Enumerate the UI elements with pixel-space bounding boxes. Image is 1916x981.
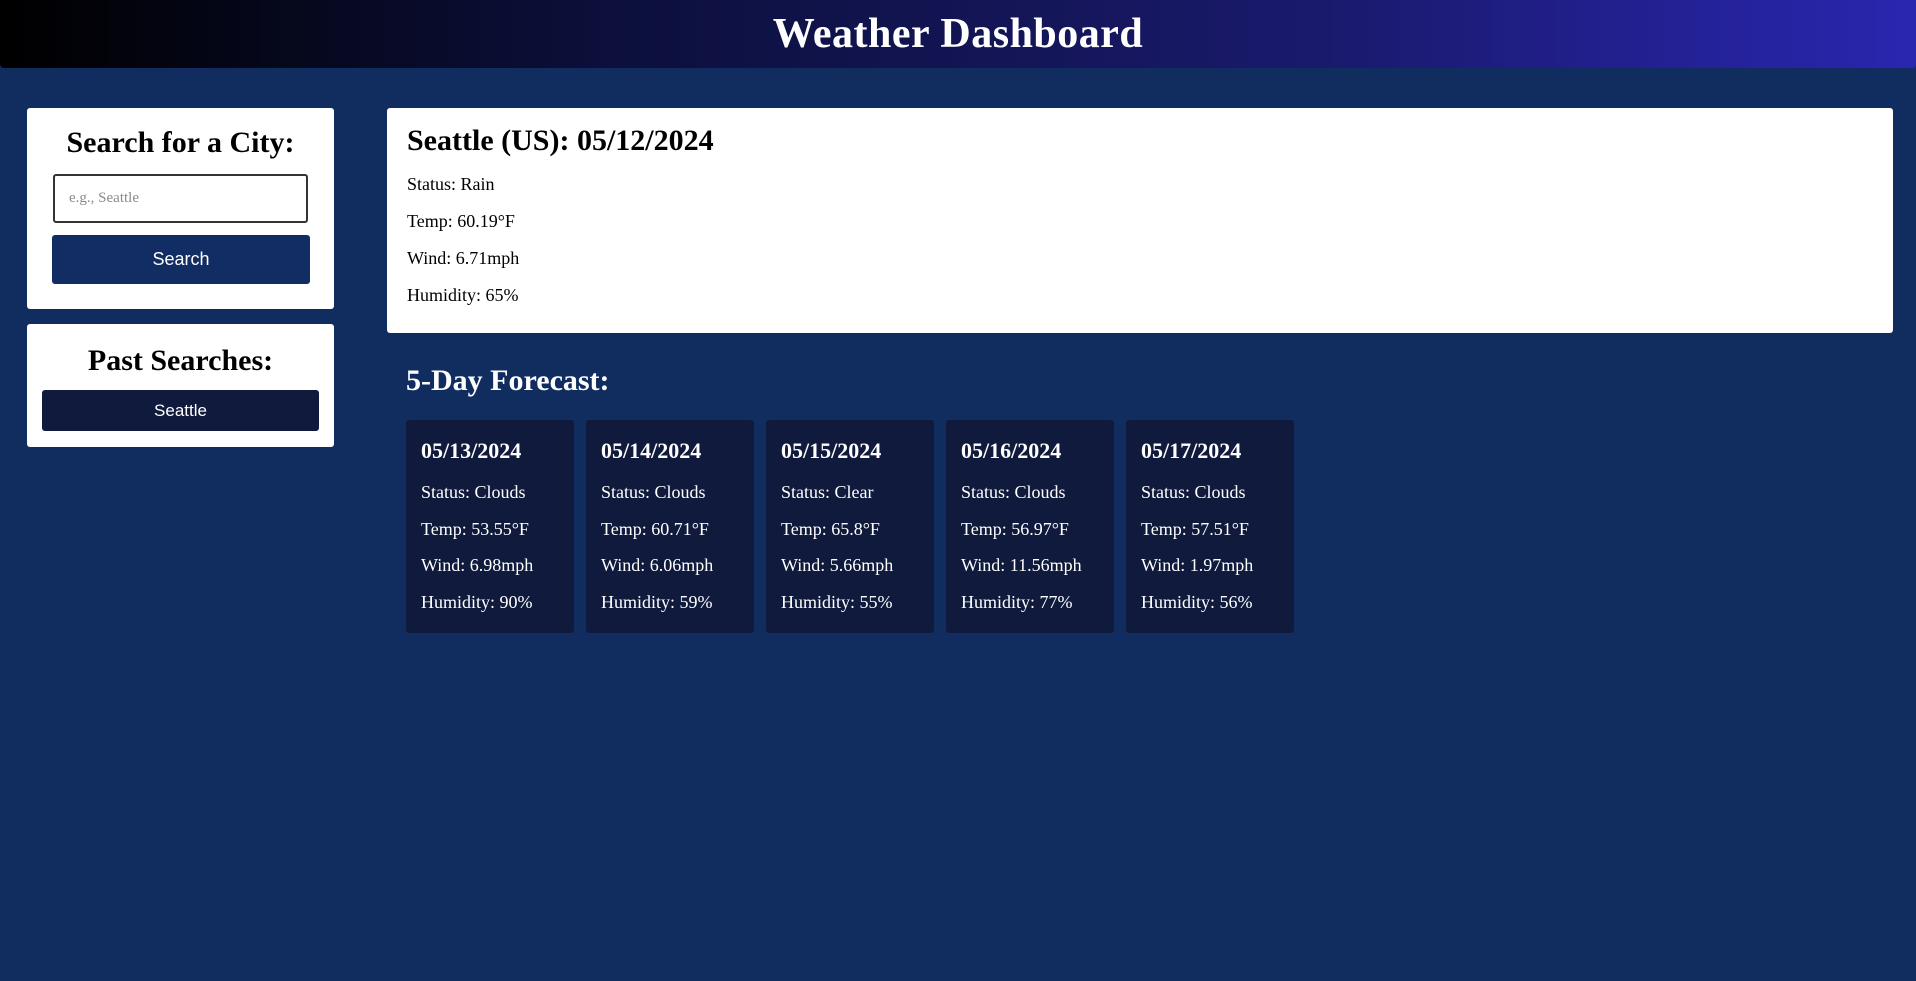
past-searches-panel: Past Searches: Seattle [27,324,334,447]
current-weather-heading: Seattle (US): 05/12/2024 [407,124,714,157]
forecast-temp: Temp: 65.8°F [781,518,880,539]
forecast-humidity: Humidity: 77% [961,591,1073,612]
current-humidity: Humidity: 65% [407,285,519,305]
forecast-temp: Temp: 53.55°F [421,518,529,539]
forecast-card: 05/14/2024 Status: Clouds Temp: 60.71°F … [586,420,754,633]
current-wind: Wind: 6.71mph [407,248,520,268]
forecast-card: 05/17/2024 Status: Clouds Temp: 57.51°F … [1126,420,1294,633]
forecast-status: Status: Clouds [421,482,526,502]
current-status: Status: Rain [407,174,495,194]
forecast-date: 05/13/2024 [421,438,522,463]
app-header: Weather Dashboard [0,0,1916,68]
city-search-input[interactable] [53,174,308,223]
forecast-date: 05/16/2024 [961,438,1062,463]
forecast-humidity: Humidity: 59% [601,591,713,612]
forecast-status: Status: Clouds [961,482,1066,502]
forecast-humidity: Humidity: 90% [421,591,533,612]
forecast-date: 05/14/2024 [601,438,702,463]
forecast-humidity: Humidity: 56% [1141,591,1253,612]
page-title: Weather Dashboard [772,11,1144,57]
search-button[interactable]: Search [52,235,310,284]
forecast-status: Status: Clouds [601,482,706,502]
forecast-temp: Temp: 60.71°F [601,518,709,539]
forecast-wind: Wind: 6.98mph [421,555,534,575]
forecast-card: 05/13/2024 Status: Clouds Temp: 53.55°F … [406,420,574,633]
search-panel-title: Search for a City: [66,126,295,159]
forecast-date: 05/15/2024 [781,438,882,463]
forecast-wind: Wind: 5.66mph [781,555,894,575]
current-weather-card: Seattle (US): 05/12/2024 Status: Rain Te… [387,108,1893,333]
forecast-card: 05/15/2024 Status: Clear Temp: 65.8°F Wi… [766,420,934,633]
forecast-temp: Temp: 57.51°F [1141,518,1249,539]
forecast-title: 5-Day Forecast: [406,364,610,397]
forecast-status: Status: Clouds [1141,482,1246,502]
past-searches-title: Past Searches: [87,344,274,377]
forecast-temp: Temp: 56.97°F [961,518,1069,539]
forecast-list: 05/13/2024 Status: Clouds Temp: 53.55°F … [406,420,1294,633]
current-temp: Temp: 60.19°F [407,211,515,231]
forecast-card: 05/16/2024 Status: Clouds Temp: 56.97°F … [946,420,1114,633]
forecast-wind: Wind: 1.97mph [1141,555,1254,575]
forecast-status: Status: Clear [781,482,874,502]
past-search-item-seattle[interactable]: Seattle [42,390,319,431]
search-panel: Search for a City: Search [27,108,334,309]
forecast-wind: Wind: 11.56mph [961,555,1082,575]
forecast-humidity: Humidity: 55% [781,591,893,612]
forecast-wind: Wind: 6.06mph [601,555,714,575]
forecast-date: 05/17/2024 [1141,438,1242,463]
